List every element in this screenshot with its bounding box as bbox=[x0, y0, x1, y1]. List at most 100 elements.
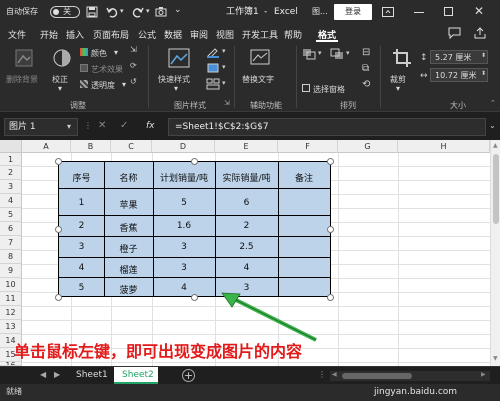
close-icon[interactable]: ✕ bbox=[474, 5, 484, 17]
quick-styles-button[interactable]: 快速样式 ▾ bbox=[156, 46, 200, 96]
undo-dropdown-icon[interactable]: ▾ bbox=[120, 8, 124, 15]
resize-handle[interactable] bbox=[327, 158, 334, 165]
align-icon[interactable]: ⊟ bbox=[362, 48, 370, 58]
artistic-effects-button[interactable]: 艺术效果 bbox=[80, 62, 126, 74]
camera-icon[interactable] bbox=[155, 6, 167, 18]
resize-handle[interactable] bbox=[55, 158, 62, 165]
row-header[interactable]: 1 bbox=[0, 153, 22, 166]
add-sheet-button[interactable]: + bbox=[182, 369, 195, 382]
reset-picture-icon[interactable]: ↺ bbox=[130, 78, 137, 86]
maximize-icon[interactable] bbox=[444, 7, 453, 16]
save-icon[interactable] bbox=[86, 6, 98, 18]
group-objects-icon[interactable]: ⧉ bbox=[362, 64, 369, 74]
share-icon[interactable] bbox=[474, 27, 486, 39]
send-backward-icon[interactable] bbox=[330, 48, 344, 60]
row-header[interactable]: 13 bbox=[0, 320, 22, 334]
scroll-up-icon[interactable]: ▲ bbox=[493, 143, 498, 149]
crop-button[interactable]: 裁剪 ▾ bbox=[386, 46, 416, 96]
column-header-e[interactable]: E bbox=[215, 140, 278, 153]
send-backward-dropdown-icon[interactable]: ▾ bbox=[346, 50, 350, 57]
resize-handle[interactable] bbox=[327, 294, 334, 301]
resize-handle[interactable] bbox=[55, 294, 62, 301]
column-header-d[interactable]: D bbox=[152, 140, 215, 153]
worksheet-grid[interactable]: A B C D E F G H 1 2 3 4 5 6 7 8 9 10 11 … bbox=[0, 140, 500, 366]
tab-page-layout[interactable]: 页面布局 bbox=[93, 28, 129, 41]
next-sheet-icon[interactable]: ▶ bbox=[54, 371, 60, 379]
row-header[interactable]: 2 bbox=[0, 166, 22, 180]
row-header[interactable]: 9 bbox=[0, 264, 22, 278]
picture-effects-dropdown-icon[interactable]: ▾ bbox=[222, 64, 226, 71]
comment-icon[interactable] bbox=[448, 27, 461, 39]
column-header-g[interactable]: G bbox=[338, 140, 398, 153]
picture-layout-dropdown-icon[interactable]: ▾ bbox=[222, 80, 226, 87]
prev-sheet-icon[interactable]: ◀ bbox=[40, 371, 46, 379]
bring-forward-dropdown-icon[interactable]: ▾ bbox=[318, 50, 322, 57]
column-header-b[interactable]: B bbox=[71, 140, 111, 153]
customize-qat-icon[interactable]: ⌄ bbox=[174, 6, 182, 15]
rotate-icon[interactable]: ⟲ bbox=[362, 80, 370, 90]
minimize-icon[interactable] bbox=[414, 12, 424, 13]
column-header-f[interactable]: F bbox=[278, 140, 338, 153]
tab-insert[interactable]: 插入 bbox=[66, 28, 84, 41]
width-field[interactable]: 10.72 厘米 ⬍ bbox=[430, 68, 488, 82]
insert-function-icon[interactable]: fx bbox=[146, 122, 155, 131]
row-header[interactable]: 10 bbox=[0, 278, 22, 292]
tab-view[interactable]: 视图 bbox=[216, 28, 234, 41]
ribbon-collapse-icon[interactable]: ⌃ bbox=[490, 100, 496, 107]
picture-border-icon[interactable] bbox=[206, 46, 220, 58]
bring-forward-icon[interactable] bbox=[302, 48, 316, 60]
row-header[interactable]: 11 bbox=[0, 292, 22, 306]
sheet-tab-sheet1[interactable]: Sheet1 bbox=[68, 367, 112, 384]
picture-styles-launcher-icon[interactable]: ⇲ bbox=[224, 100, 230, 107]
confirm-formula-icon[interactable]: ✓ bbox=[120, 121, 128, 131]
cancel-formula-icon[interactable]: ✕ bbox=[98, 121, 106, 131]
expand-formula-icon[interactable]: ⌄ bbox=[489, 122, 496, 130]
column-header-a[interactable]: A bbox=[22, 140, 71, 153]
change-picture-icon[interactable]: ⟳ bbox=[130, 62, 137, 70]
height-field[interactable]: 5.27 厘米 ⬍ bbox=[430, 50, 488, 64]
login-button[interactable]: 登录 bbox=[334, 4, 372, 20]
picture-1[interactable]: 序号 名称 计划销量/吨 实际销量/吨 备注 1 苹果 5 6 2 香蕉 1.6… bbox=[58, 161, 331, 297]
picture-effects-icon[interactable] bbox=[206, 62, 220, 74]
formula-input[interactable]: =Sheet1!$C$2:$G$7 bbox=[168, 118, 486, 136]
scroll-right-icon[interactable]: ▶ bbox=[481, 372, 486, 378]
sheet-tab-sheet2[interactable]: Sheet2 bbox=[114, 367, 158, 384]
compress-icon[interactable]: ⇲ bbox=[130, 46, 137, 54]
name-box-dropdown-icon[interactable]: ▾ bbox=[67, 123, 71, 131]
resize-handle[interactable] bbox=[191, 294, 198, 301]
resize-handle[interactable] bbox=[191, 158, 198, 165]
row-header[interactable]: 8 bbox=[0, 250, 22, 264]
resize-handle[interactable] bbox=[327, 226, 334, 233]
tab-home[interactable]: 开始 bbox=[40, 28, 58, 41]
picture-layout-icon[interactable] bbox=[206, 78, 220, 90]
width-spinner-icon[interactable]: ⬍ bbox=[481, 71, 486, 77]
correct-button[interactable]: 校正 ▾ bbox=[48, 46, 76, 96]
autosave-toggle[interactable]: 关 bbox=[50, 6, 80, 18]
scroll-thumb[interactable] bbox=[493, 154, 499, 224]
column-header-h[interactable]: H bbox=[398, 140, 490, 153]
row-header[interactable]: 7 bbox=[0, 236, 22, 250]
tab-review[interactable]: 审阅 bbox=[190, 28, 208, 41]
tab-file[interactable]: 文件 bbox=[8, 28, 26, 41]
scroll-down-icon[interactable]: ▼ bbox=[493, 356, 498, 362]
resize-handle[interactable] bbox=[55, 226, 62, 233]
selection-pane-button[interactable]: 选择窗格 bbox=[302, 82, 358, 94]
h-scroll-thumb[interactable] bbox=[342, 373, 412, 379]
scroll-left-icon[interactable]: ◀ bbox=[332, 372, 337, 378]
color-button[interactable]: 颜色 ▾ bbox=[80, 46, 126, 58]
name-box[interactable]: 图片 1 ▾ bbox=[4, 118, 78, 136]
tab-data[interactable]: 数据 bbox=[164, 28, 182, 41]
undo-icon[interactable] bbox=[106, 6, 118, 18]
row-header[interactable]: 6 bbox=[0, 222, 22, 236]
vertical-scrollbar[interactable]: ▲ ▼ bbox=[490, 140, 500, 366]
row-header[interactable]: 3 bbox=[0, 180, 22, 194]
height-spinner-icon[interactable]: ⬍ bbox=[481, 53, 486, 59]
picture-border-dropdown-icon[interactable]: ▾ bbox=[222, 48, 226, 55]
select-all-corner[interactable] bbox=[0, 140, 22, 153]
ribbon-display-icon[interactable] bbox=[382, 7, 394, 17]
column-header-c[interactable]: C bbox=[111, 140, 152, 153]
alt-text-button[interactable]: 替换文字 bbox=[240, 46, 280, 96]
redo-dropdown-icon[interactable]: ▾ bbox=[146, 8, 150, 15]
horizontal-scrollbar[interactable]: ◀ ▶ bbox=[330, 371, 490, 381]
row-header[interactable]: 4 bbox=[0, 194, 22, 208]
